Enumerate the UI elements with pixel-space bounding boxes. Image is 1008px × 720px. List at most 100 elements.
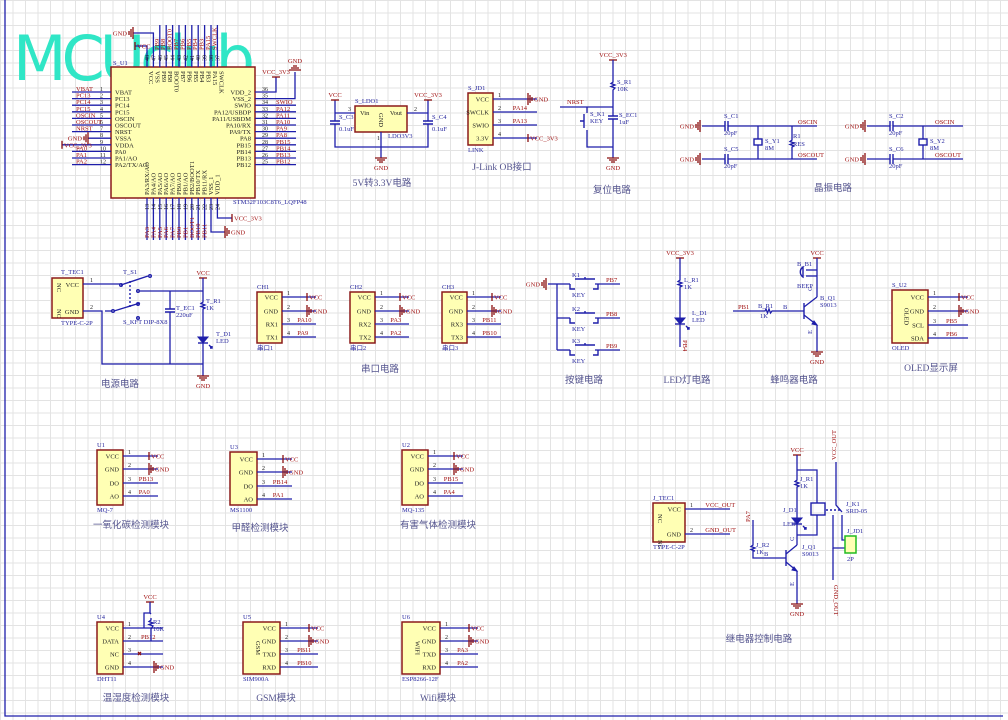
pin-name: PB6 [185,71,192,83]
pin-name: DO [244,484,254,491]
cap-ref: S_C2 [889,113,903,120]
pin-number: 28 [262,140,268,146]
net-label: PA2 [457,660,468,667]
resistor-ref: R2 [153,619,161,626]
crystal-icon [918,138,928,146]
pin-number: 4 [445,661,448,667]
cap-value: 1uF [619,119,630,126]
ground-icon [282,466,288,478]
net-label: OSCIN [798,119,818,126]
wire [149,612,152,615]
pin-name: RXD [422,665,436,672]
module-ref: S_JD1 [468,85,485,92]
pin-name: GND [105,467,119,474]
pin-name: SWCLK [217,71,224,94]
pin-name: RXD [262,665,276,672]
pin-name: VCC [240,457,253,464]
ground-icon [224,226,230,238]
power-label: VCC [810,250,823,257]
cap-value: 0.1uF [432,126,447,133]
pin-number: 1 [285,622,288,628]
pin-number: 2 [128,635,131,641]
net-label: NRST [567,99,584,106]
section-title-wifi: Wifi模块 [420,692,457,704]
key-ref: K2 [572,306,580,313]
wire [609,80,617,91]
ground-icon [148,463,154,475]
section-title-gas: 有害气体检测模块 [400,519,477,531]
ground-label: GND [475,639,489,646]
net-label: PB5 [946,318,957,325]
net-label: PB7 [606,277,618,284]
relay-coil-icon [810,502,826,516]
terminal-block-connector [844,535,857,554]
switch-contact [147,274,152,279]
ground-label: GND [680,157,694,164]
wire [749,543,757,552]
module-ref: U3 [230,444,238,451]
led-light-icon [685,325,690,330]
pin-label: E [807,330,814,334]
pin-label: B [783,304,788,311]
power-label: VCC [309,295,322,302]
power-label: VCC [456,454,469,461]
pin-name: GND [357,309,371,316]
connector-value: 2P [847,556,854,563]
pin-name: VCC [476,97,489,104]
section-title-power: 电源电路 [101,378,140,390]
pin-name: TX3 [451,335,463,342]
wire [676,278,684,288]
pin-number: 11 [100,153,106,159]
pin-number: 2 [690,528,693,534]
ground-icon [399,305,405,317]
pin-name: GND [65,309,79,316]
ground-label: GND [845,124,859,131]
net-label: PA3 [390,317,401,324]
pin-number: 3 [128,648,131,654]
pin-name: GND [422,639,436,646]
net-label: PB12 [276,159,290,166]
cap-ref: S_EC1 [619,112,637,119]
module-part: 串口2 [350,344,366,352]
pin-name: AO [415,494,425,501]
ground-icon [791,603,803,609]
ground-icon [607,157,619,163]
power-label: VCC_3V3 [262,69,290,76]
key-value: KEY [572,358,586,365]
power-label: VCC_3V3 [599,52,627,59]
pin-number: 37 [215,55,221,61]
ground-label: GND [526,282,540,289]
pin-name: TXD [263,652,277,659]
capacitor-icon [165,308,175,313]
crystal-value: 8M [765,145,774,152]
transistor-value: S9013 [820,302,837,309]
buzzer-icon [799,265,804,279]
pin-number: 16 [164,204,170,210]
ground-label: GND [965,309,979,316]
cap-ref: S_C4 [432,114,447,121]
switch-contact [110,309,115,314]
net-label: PA2 [76,159,87,166]
transistor-value: S9013 [802,551,819,558]
crystal-icon [753,138,763,146]
ground-label: GND [288,58,302,65]
module-inner-label: GSM [254,641,261,655]
section-title-keys: 按键电路 [565,374,604,386]
cap-value: 220uF [176,312,193,319]
net-label: PB4 [681,340,688,352]
ground-label: GND [155,467,169,474]
pin-name: RX3 [451,322,463,329]
cap-value: 20pF [889,130,903,137]
ground-icon [860,153,866,165]
transistor-ref: J_Q1 [802,544,816,551]
net-label: VCC_OUT [705,502,735,509]
net-label: PB15 [444,476,458,483]
cap-ref: S_C3 [339,114,353,121]
pin-number: 29 [262,133,268,139]
pin-name: GND [667,532,681,539]
module-ref: CH3 [442,284,454,291]
pin-name: PB8 [166,71,173,82]
pin-number: 2 [445,635,448,641]
ground-icon [306,305,312,317]
pin-name: DO [110,481,120,488]
